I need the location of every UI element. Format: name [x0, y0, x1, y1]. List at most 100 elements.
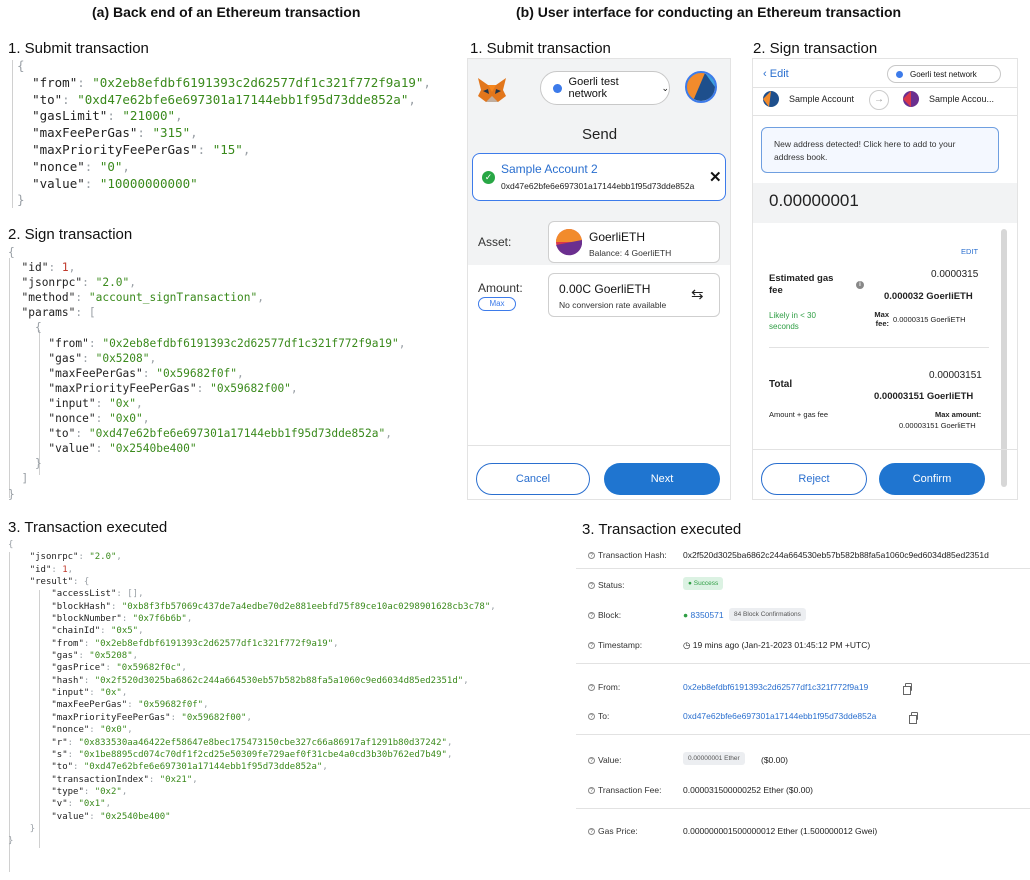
help-icon: ? [588, 828, 595, 836]
code-value: "0x2" [94, 786, 122, 797]
block-confirmations-badge: 84 Block Confirmations [729, 608, 806, 621]
to-account-identicon-icon [903, 91, 919, 107]
close-icon[interactable]: ✕ [709, 168, 722, 186]
code-line: "value": "10000000000" [17, 176, 431, 193]
code-colon: : [84, 175, 100, 191]
cancel-button[interactable]: Cancel [476, 463, 590, 495]
code-colon: : [73, 577, 84, 588]
code-line: "nonce": "0", [17, 159, 431, 176]
code-value: "0x59682f0f" [156, 366, 238, 380]
code-key: "maxFeePerGas" [51, 700, 128, 711]
code-line: "blockNumber": "0x7f6b6b", [8, 613, 496, 625]
code-key: "accessList" [51, 589, 117, 600]
code-colon: : [78, 552, 90, 563]
code-line: "maxPriorityFeePerGas": "0x59682f00", [8, 381, 405, 396]
status-label: ? Status: [588, 580, 624, 590]
code-block-executed: { "jsonrpc": "2.0", "id": 1, "result": {… [8, 539, 496, 848]
new-address-notice[interactable]: New address detected! Click here to add … [761, 127, 999, 173]
caption-backend: (a) Back end of an Ethereum transaction [92, 4, 361, 20]
code-colon: : [84, 158, 100, 174]
code-key: "params" [21, 306, 76, 320]
total-label: Total [769, 379, 793, 390]
code-key: "gas" [51, 651, 79, 662]
backend-sign-title: 2. Sign transaction [8, 226, 133, 243]
hash-value: 0x2f520d3025ba6862c244a664530eb57b582b88… [683, 550, 989, 560]
code-line: "r": "0x833530aa46422ef58647e8bec1754731… [8, 737, 496, 749]
next-button[interactable]: Next [604, 463, 720, 495]
code-punctuation: [ [88, 306, 96, 320]
code-key: "r" [51, 737, 68, 748]
code-colon: : [67, 749, 79, 760]
account-avatar[interactable] [685, 71, 717, 103]
code-value: "0x5" [110, 626, 139, 637]
copy-icon[interactable] [909, 712, 918, 724]
code-colon: : [142, 366, 157, 380]
code-value: "0x2540be400" [100, 811, 171, 822]
asset-selector[interactable]: GoerliETH Balance: 4 GoerliETH [548, 221, 720, 263]
code-punctuation: , [257, 291, 264, 305]
code-key: "nonce" [32, 158, 85, 174]
check-circle-icon: ● [683, 610, 691, 620]
status-badge: ● Success [683, 577, 724, 590]
gas-price-label: ? Gas Price: [588, 826, 638, 836]
edit-gas-button[interactable]: EDIT [961, 247, 978, 256]
code-key: "gas" [48, 351, 83, 365]
block-number: 8350571 [690, 610, 724, 620]
code-value: "0xd47e62bfe6e697301a17144ebb1f95d73dde8… [77, 91, 409, 107]
code-key: "gasPrice" [51, 663, 106, 674]
amount-input[interactable]: 0.00C GoerliETH No conversion rate avail… [548, 273, 720, 317]
block-link[interactable]: ● 8350571 [683, 610, 724, 620]
code-colon: : [88, 336, 103, 350]
code-colon: : [95, 412, 110, 426]
send-amount: 0.00000001 [769, 191, 859, 210]
code-value: "0x2540be400" [109, 442, 197, 456]
code-colon: : [110, 601, 122, 612]
code-punctuation: , [138, 626, 144, 637]
confirm-button[interactable]: Confirm [879, 463, 985, 495]
backend-submit-title: 1. Submit transaction [8, 40, 149, 57]
code-value: "15" [212, 141, 243, 157]
fee-label: ? Transaction Fee: [588, 785, 661, 795]
code-colon: : [95, 442, 110, 456]
back-edit-link[interactable]: ‹ Edit [763, 68, 789, 80]
code-block-submit: { "from": "0x2eb8efdbf6191393c2d62577df1… [17, 58, 431, 209]
from-label-text: From: [598, 682, 621, 692]
wallet-send-screen: Goerli test network ⌄ Send ✓ Sample Acco… [467, 58, 731, 500]
code-value: "0" [99, 158, 123, 174]
code-colon: : [107, 108, 123, 124]
code-punctuation: , [490, 601, 496, 612]
code-line: "accessList": [], [8, 588, 496, 600]
copy-icon[interactable] [903, 683, 912, 695]
divider [753, 87, 1017, 88]
code-key: "to" [48, 427, 76, 441]
chevron-left-icon: ‹ [763, 68, 770, 80]
max-button[interactable]: Max [478, 297, 516, 311]
code-colon: : [75, 306, 89, 320]
from-address-link[interactable]: 0x2eb8efdbf6191393c2d62577df1c321f772f9a… [683, 682, 868, 692]
submit-ui-title: 1. Submit transaction [470, 40, 611, 57]
asset-label: Asset: [478, 235, 512, 249]
code-colon: : [197, 141, 213, 157]
code-value: 1 [61, 261, 69, 275]
value-label: ? Value: [588, 755, 621, 765]
code-key: "result" [29, 577, 74, 588]
chevron-down-icon: ⌄ [661, 82, 669, 93]
code-value: "2.0" [95, 276, 130, 290]
code-value: "0xd47e62bfe6e697301a17144ebb1f95d73dde8… [88, 427, 386, 441]
network-badge[interactable]: Goerli test network [887, 65, 1001, 83]
reject-button[interactable]: Reject [761, 463, 867, 495]
code-line: "id": 1, [8, 564, 496, 576]
code-key: "maxPriorityFeePerGas" [32, 141, 198, 157]
code-punctuation: , [237, 366, 244, 380]
code-punctuation: , [322, 762, 328, 773]
code-line: "input": "0x", [8, 687, 496, 699]
code-value: "0x5208" [95, 351, 150, 365]
swap-arrows-icon[interactable]: ⇆ [691, 285, 704, 303]
clock-icon: ◷ [683, 640, 693, 650]
code-punctuation: , [333, 638, 339, 649]
recipient-card[interactable]: ✓ Sample Account 2 0xd47e62bfe6e697301a1… [472, 153, 726, 201]
info-icon[interactable]: i [856, 281, 864, 289]
network-selector[interactable]: Goerli test network ⌄ [540, 71, 670, 105]
code-line: "nonce": "0x0", [8, 411, 405, 426]
to-address-link[interactable]: 0xd47e62bfe6e697301a17144ebb1f95d73dde85… [683, 711, 876, 721]
